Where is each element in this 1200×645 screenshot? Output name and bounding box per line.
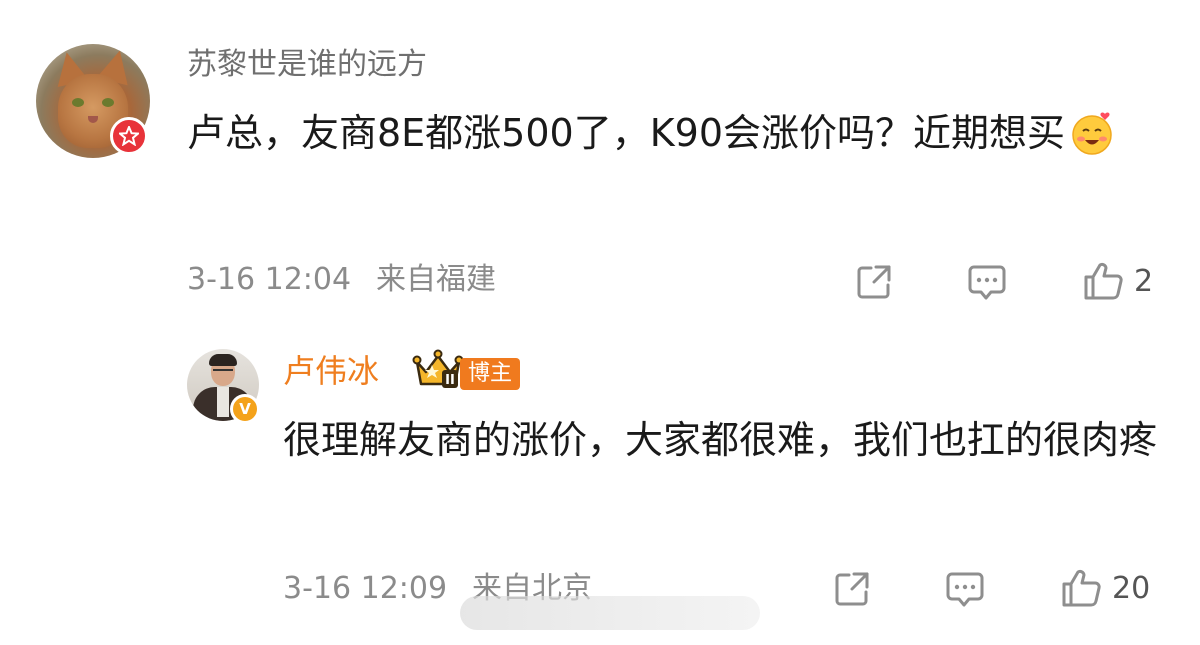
verified-v-icon: V bbox=[230, 394, 260, 424]
reply-text: 很理解友商的涨价，大家都很难，我们也扛的很肉疼 bbox=[283, 418, 1158, 462]
cat-eye bbox=[72, 98, 84, 107]
cat-eye bbox=[102, 98, 114, 107]
commenter-username[interactable]: 苏黎世是谁的远方 bbox=[187, 50, 427, 80]
smiling-hearts-emoji bbox=[1069, 109, 1115, 155]
level-label: II bbox=[445, 373, 455, 388]
share-button[interactable] bbox=[832, 569, 872, 609]
thumbs-up-icon bbox=[1084, 262, 1123, 300]
comment-location: 来自福建 bbox=[376, 262, 496, 297]
watermark-overlay bbox=[460, 596, 760, 630]
reply-timestamp: 3-16 12:09 bbox=[283, 571, 448, 606]
like-count: 20 bbox=[1112, 570, 1151, 606]
comment-timestamp: 3-16 12:04 bbox=[187, 262, 352, 297]
comment-button[interactable] bbox=[944, 569, 986, 609]
person-glasses bbox=[213, 369, 233, 373]
comment-text: 卢总，友商8E都涨500了，K90会涨价吗？近期想买 bbox=[187, 99, 1177, 167]
share-icon bbox=[835, 572, 869, 606]
author-username[interactable]: 卢伟冰 bbox=[283, 355, 379, 387]
share-icon bbox=[857, 265, 891, 299]
blogger-tag: 博主 bbox=[460, 358, 521, 390]
comment-text-body: 卢总，友商8E都涨500了，K90会涨价吗？近期想买 bbox=[187, 111, 1065, 155]
verified-badge-icon bbox=[110, 117, 148, 155]
person-shirt bbox=[217, 387, 229, 417]
share-button[interactable] bbox=[854, 262, 894, 302]
cat-nose bbox=[88, 116, 98, 123]
like-count: 2 bbox=[1134, 263, 1154, 299]
comment-icon bbox=[968, 265, 1006, 300]
comment-icon bbox=[946, 572, 984, 607]
person-hair bbox=[209, 354, 237, 366]
comment-button[interactable] bbox=[966, 262, 1008, 302]
thumbs-up-icon bbox=[1062, 569, 1101, 607]
comment-thread: 苏黎世是谁的远方 卢总，友商8E都涨500了，K90会涨价吗？近期想买 3-16… bbox=[0, 0, 1200, 645]
like-button[interactable]: 2 bbox=[1082, 260, 1153, 302]
crown-icon: II bbox=[412, 348, 464, 392]
like-button[interactable]: 20 bbox=[1060, 567, 1150, 609]
